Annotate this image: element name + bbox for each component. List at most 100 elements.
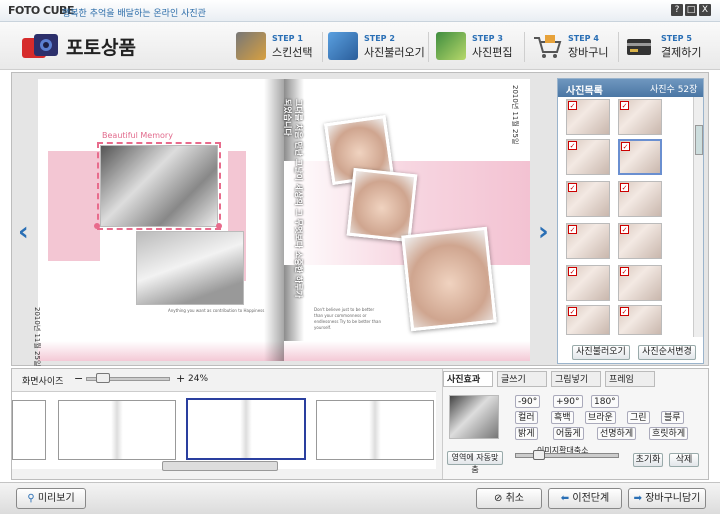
cart-label: 장바구니담기 [645, 493, 701, 504]
photo-thumb[interactable]: ✓ [618, 139, 662, 175]
spread-thumb-selected[interactable] [186, 398, 306, 460]
preview-button[interactable]: ⚲ 미리보기 [16, 488, 86, 509]
photo-thumb[interactable]: ✓ [618, 99, 662, 135]
step-number: STEP 1 [272, 34, 303, 43]
photo-thumb[interactable]: ✓ [566, 139, 610, 175]
photo-thumb[interactable]: ✓ [618, 305, 662, 335]
filmstrip-scrollbar[interactable] [162, 461, 278, 471]
poem-text: Don't believe just to be better than you… [314, 307, 382, 330]
prev-step-button[interactable]: ⬅ 이전단계 [548, 488, 622, 509]
magnifier-icon: ⚲ [27, 493, 35, 504]
photo-thumb[interactable]: ✓ [566, 265, 610, 301]
title-bar: FOTO CUBE 행복한 추억을 배달하는 온라인 사진관 ? □ X [0, 0, 720, 22]
cancel-icon: ⊘ [494, 493, 503, 504]
step-number: STEP 4 [568, 34, 599, 43]
reorder-photos-button[interactable]: 사진순서변경 [638, 345, 696, 360]
rotate-left-button[interactable]: -90° [515, 395, 541, 408]
selected-photo[interactable] [97, 142, 221, 230]
step-2[interactable]: STEP 2 사진불러오기 [328, 30, 425, 64]
color-mode-blue[interactable]: 블루 [661, 411, 684, 424]
panel-title: 사진목록 [566, 86, 603, 97]
photo-thumb[interactable]: ✓ [618, 265, 662, 301]
sharpen-button[interactable]: 선명하게 [597, 427, 637, 440]
divider [322, 32, 323, 62]
step-label: 사진편집 [472, 46, 513, 59]
blur-button[interactable]: 흐릿하게 [649, 427, 689, 440]
vertical-poem: 그대를 처음 만난 그날이 세상의 그 무엇보다 소중한 하루가 되었습니다 [283, 99, 303, 298]
baby-photo-2[interactable] [346, 167, 418, 243]
left-page: Beautiful Memory Anything you want as co… [33, 79, 284, 366]
resize-handle[interactable] [216, 223, 222, 229]
close-button[interactable]: X [699, 4, 711, 16]
add-to-cart-button[interactable]: ➡ 장바구니담기 [628, 488, 706, 509]
tab-insert-image[interactable]: 그림넣기 [551, 371, 601, 387]
auto-fit-button[interactable]: 영역에 자동맞춤 [447, 451, 503, 474]
image-zoom-thumb[interactable] [533, 450, 545, 460]
delete-button[interactable]: 삭제 [669, 453, 699, 467]
scrollbar[interactable] [693, 97, 703, 337]
photo-count: 사진수 52장 [650, 85, 698, 95]
cancel-label: 취소 [505, 493, 524, 504]
tab-frame[interactable]: 프레임 [605, 371, 655, 387]
panel-header: 사진목록 사진수 52장 [558, 79, 703, 97]
page-title: 포토상품 [66, 37, 136, 59]
right-spine-date: 2010년 11월 25일 [511, 85, 519, 145]
photo-thumb[interactable]: ✓ [618, 223, 662, 259]
spine-shadow [264, 79, 284, 361]
help-button[interactable]: ? [671, 4, 683, 16]
load-photos-button[interactable]: 사진불러오기 [572, 345, 630, 360]
tab-write-text[interactable]: 글쓰기 [497, 371, 547, 387]
step-5[interactable]: STEP 5 결제하기 [625, 30, 709, 64]
minimize-button[interactable]: □ [685, 4, 697, 16]
zoom-plus-button[interactable]: + [176, 372, 185, 385]
lower-panel: 화면사이즈 − + 24% 사진효과 글쓰기 그림넣기 프레임 영역에 자동맞춤… [11, 368, 709, 480]
photo-thumb[interactable]: ✓ [618, 181, 662, 217]
step-label: 사진불러오기 [364, 46, 425, 59]
spread-thumb[interactable] [12, 400, 46, 460]
photo-thumb[interactable]: ✓ [566, 99, 610, 135]
color-mode-bw[interactable]: 흑백 [551, 411, 574, 424]
pink-block [48, 151, 100, 261]
step-label: 장바구니 [568, 46, 609, 59]
spread-thumb[interactable] [58, 400, 176, 460]
tab-photo-effect[interactable]: 사진효과 [443, 371, 493, 387]
baby-photo-3[interactable] [401, 226, 497, 332]
preview-label: 미리보기 [37, 493, 75, 504]
reset-button[interactable]: 초기화 [633, 453, 663, 467]
prev-label: 이전단계 [572, 493, 610, 504]
scrollbar-thumb[interactable] [695, 125, 703, 155]
color-mode-color[interactable]: 컬러 [515, 411, 538, 424]
darker-button[interactable]: 어둡게 [553, 427, 584, 440]
photo-thumb[interactable]: ✓ [566, 223, 610, 259]
resize-handle[interactable] [94, 223, 100, 229]
right-page: 그대를 처음 만난 그날이 세상의 그 무엇보다 소중한 하루가 되었습니다 D… [283, 79, 530, 361]
image-zoom-slider[interactable] [515, 453, 619, 458]
zoom-slider-thumb[interactable] [96, 373, 110, 383]
prev-page-arrow-icon[interactable]: ‹ [18, 217, 29, 247]
photo-edit-icon [436, 32, 466, 60]
step-1[interactable]: STEP 1 스킨선택 [236, 30, 316, 64]
step-label: 스킨선택 [272, 46, 313, 59]
rotate-180-button[interactable]: 180° [591, 395, 619, 408]
left-spine-date: 2010년 11월 25일 [33, 307, 41, 367]
photo-thumb[interactable]: ✓ [566, 181, 610, 217]
spread-thumb[interactable] [316, 400, 434, 460]
step-4[interactable]: STEP 4 장바구니 [532, 30, 616, 64]
header: 포토상품 STEP 1 스킨선택 STEP 2 사진불러오기 STEP 3 사진… [0, 22, 720, 70]
color-mode-brown[interactable]: 브라운 [585, 411, 616, 424]
rotate-right-button[interactable]: +90° [553, 395, 583, 408]
step-3[interactable]: STEP 3 사진편집 [436, 30, 522, 64]
color-mode-green[interactable]: 그린 [627, 411, 650, 424]
photo-thumb[interactable]: ✓ [566, 305, 610, 335]
pink-band [284, 341, 530, 361]
cancel-button[interactable]: ⊘ 취소 [476, 488, 542, 509]
baby-sleeping-photo[interactable] [136, 231, 244, 305]
step-label: 결제하기 [661, 46, 702, 59]
zoom-minus-button[interactable]: − [74, 372, 83, 385]
memory-text: Beautiful Memory [102, 131, 173, 140]
brighter-button[interactable]: 밝게 [515, 427, 538, 440]
filmstrip [12, 391, 436, 469]
caption-text: Anything you want as contribution to Hap… [168, 308, 265, 313]
screen-size-label: 화면사이즈 [22, 377, 64, 387]
next-page-arrow-icon[interactable]: › [538, 217, 549, 247]
